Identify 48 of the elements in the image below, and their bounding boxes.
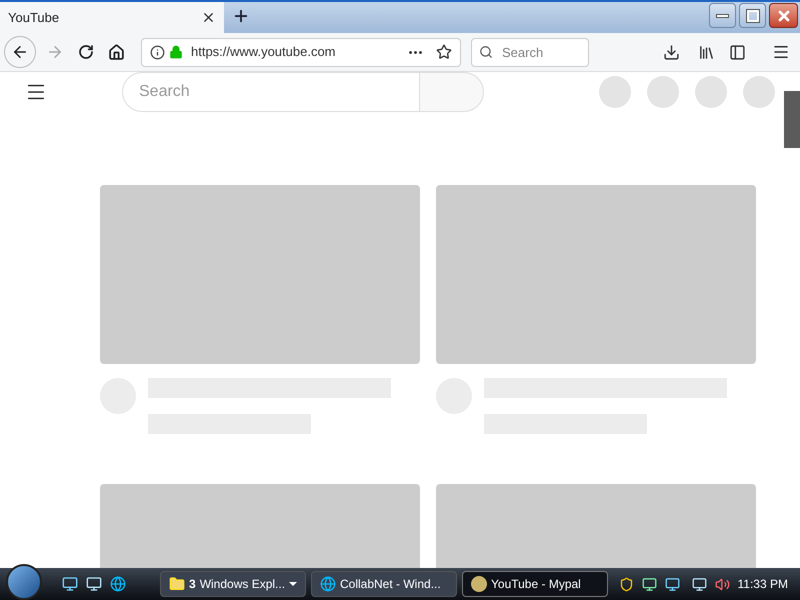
window-count: 3 [189, 576, 196, 593]
search-icon [479, 44, 493, 58]
bookmark-star-icon[interactable] [436, 44, 452, 60]
shield-icon[interactable] [618, 576, 634, 592]
home-icon[interactable] [108, 44, 125, 60]
close-icon [776, 8, 792, 24]
bird-icon [471, 576, 487, 592]
start-button[interactable] [6, 564, 42, 600]
icon-placeholder [695, 76, 727, 108]
close-icon[interactable] [201, 10, 216, 25]
minimize-button[interactable] [709, 3, 736, 28]
folder-icon [169, 576, 185, 592]
taskbar-label: YouTube - Mypal [491, 576, 582, 593]
taskbar-button[interactable]: CollabNet - Wind... [311, 571, 457, 597]
taskbar-label: CollabNet - Wind... [340, 576, 442, 593]
close-button[interactable] [769, 3, 798, 28]
clock[interactable]: 11:33 PM [738, 575, 788, 593]
library-icon[interactable] [698, 44, 715, 60]
back-button[interactable] [4, 36, 36, 68]
url-text: https://www.youtube.com [191, 43, 337, 62]
restore-button[interactable] [739, 3, 766, 28]
icon-placeholder [743, 76, 775, 108]
network-icon[interactable] [692, 576, 707, 592]
taskbar-button[interactable]: 3 Windows Expl... [160, 571, 306, 597]
desktop-icon[interactable] [62, 576, 78, 592]
lock-icon [169, 45, 183, 59]
search-field[interactable]: Search [122, 72, 420, 112]
taskbar-label: Windows Expl... [200, 576, 286, 593]
globe-icon [320, 576, 336, 592]
network-icon[interactable] [642, 576, 657, 592]
info-icon[interactable] [150, 44, 165, 60]
reload-icon[interactable] [78, 44, 94, 60]
scrollbar-thumb[interactable] [784, 91, 800, 148]
menu-icon[interactable] [772, 43, 790, 61]
taskbar-button[interactable]: YouTube - Mypal [462, 571, 608, 597]
sidebar-icon[interactable] [729, 44, 746, 60]
browser-tab[interactable]: YouTube [0, 2, 224, 33]
download-icon[interactable] [663, 44, 680, 60]
globe-icon[interactable] [110, 576, 126, 592]
muted-speaker-icon[interactable] [714, 576, 730, 592]
monitor-icon[interactable] [664, 576, 680, 592]
icon-placeholder [647, 76, 679, 108]
tab-title: YouTube [8, 8, 60, 27]
address-bar[interactable]: https://www.youtube.com [141, 38, 461, 66]
new-tab-icon[interactable] [232, 7, 250, 25]
icon-placeholder [599, 76, 631, 108]
search-field[interactable]: Search [471, 38, 589, 66]
window-switch-icon[interactable] [86, 576, 102, 592]
